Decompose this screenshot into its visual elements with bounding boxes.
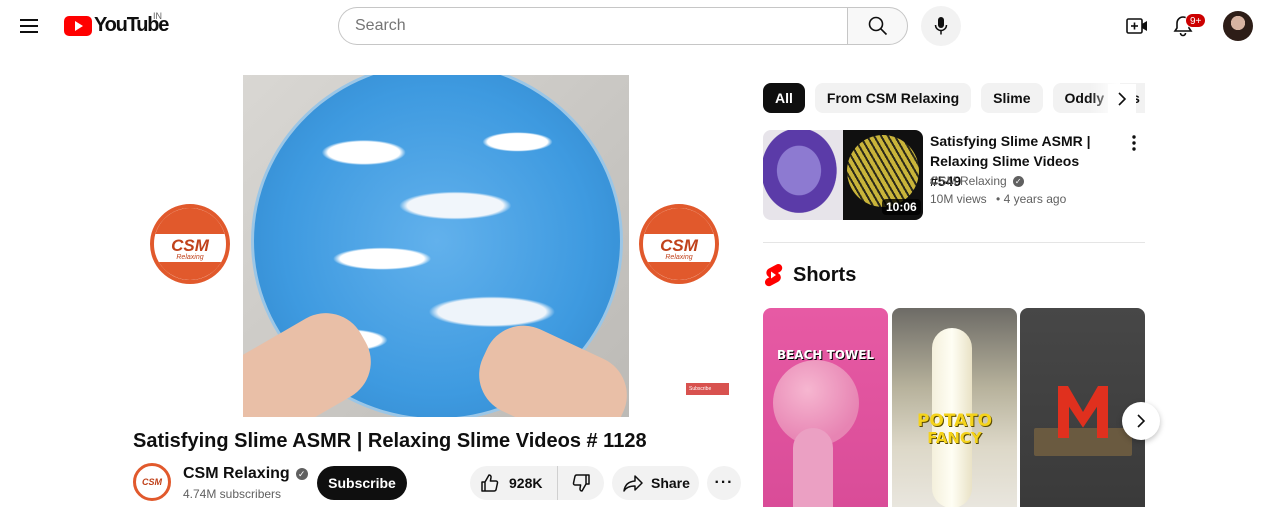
chevron-right-icon — [1137, 414, 1146, 428]
youtube-play-icon — [64, 15, 92, 36]
video-player[interactable]: CSM Relaxing CSM Relaxing Subscribe — [133, 75, 740, 417]
more-horizontal-icon: ··· — [714, 474, 734, 491]
chips-next-button[interactable] — [1108, 84, 1136, 114]
video-title: Satisfying Slime ASMR | Relaxing Slime V… — [133, 430, 647, 452]
share-icon — [623, 475, 643, 492]
badge-subtext: Relaxing — [176, 253, 204, 261]
thumbnail-left-image — [763, 130, 843, 220]
short-card[interactable]: BEACH TOWEL — [763, 308, 888, 507]
ice-cream-drip-image — [793, 428, 833, 507]
badge-bottom-band — [154, 262, 226, 280]
recommended-menu-button[interactable] — [1122, 131, 1146, 155]
badge-text: CSM — [660, 235, 698, 255]
chevron-right-icon — [1118, 92, 1127, 106]
channel-logo-right: CSM Relaxing — [639, 204, 719, 284]
masthead: YouTube IN 9+ — [0, 0, 1280, 52]
search-box — [338, 7, 908, 45]
duration-badge: 10:06 — [882, 199, 921, 215]
badge-top-band — [154, 208, 226, 234]
chip-all[interactable]: All — [763, 83, 805, 113]
subscriber-count: 4.74M subscribers — [183, 487, 282, 501]
video-create-icon — [1126, 18, 1147, 34]
microphone-icon — [934, 17, 948, 35]
voice-search-button[interactable] — [921, 6, 961, 46]
recommended-video[interactable]: Satisfying Slime ASMR | Relaxing Slime V… — [763, 130, 1145, 220]
recommended-meta: 10M views • 4 years ago — [930, 192, 1066, 206]
more-vertical-icon — [1132, 135, 1136, 151]
watermark-label: Subscribe — [689, 386, 712, 392]
dislike-button[interactable] — [558, 466, 604, 500]
shorts-header: Shorts — [763, 263, 856, 287]
subscribe-button[interactable]: Subscribe — [317, 466, 407, 500]
short-card[interactable]: POTATO FANCY — [892, 308, 1017, 507]
recommended-channel-name: CSM Relaxing — [930, 174, 1007, 188]
country-code: IN — [153, 11, 162, 21]
like-count: 928K — [509, 475, 543, 491]
thumbs-down-icon — [572, 474, 590, 492]
short-overlay-line2: FANCY — [927, 429, 982, 447]
search-icon — [868, 16, 887, 36]
short-overlay-text: BEACH TOWEL — [776, 348, 875, 362]
recommended-views: 10M views — [930, 192, 987, 206]
guide-menu-button[interactable] — [12, 8, 48, 44]
search-button[interactable] — [847, 7, 908, 45]
shorts-icon — [764, 264, 783, 287]
section-divider — [763, 242, 1145, 243]
like-button[interactable]: 928K — [470, 466, 558, 500]
account-avatar[interactable] — [1223, 11, 1253, 41]
hamburger-icon — [20, 19, 38, 33]
badge-text: CSM — [171, 235, 209, 255]
share-label: Share — [651, 475, 690, 491]
channel-logo-left: CSM Relaxing — [150, 204, 230, 284]
more-actions-button[interactable]: ··· — [707, 466, 741, 500]
channel-name: CSM Relaxing — [183, 465, 290, 482]
share-button[interactable]: Share — [612, 466, 699, 500]
book-image — [1034, 428, 1132, 456]
filter-chips: All From CSM Relaxing Slime Oddly satis — [763, 83, 1145, 113]
recommended-age: • 4 years ago — [996, 192, 1067, 206]
search-input[interactable] — [338, 7, 847, 45]
badge-top-band — [643, 208, 715, 234]
verified-icon: ✓ — [295, 468, 308, 480]
subscribe-watermark[interactable]: Subscribe — [686, 383, 729, 395]
chip-from-channel[interactable]: From CSM Relaxing — [814, 83, 972, 113]
create-button[interactable] — [1119, 8, 1155, 44]
channel-avatar[interactable]: CSM — [133, 463, 171, 501]
thumbs-up-icon — [481, 474, 499, 492]
like-dislike-group: 928K — [470, 466, 604, 500]
shorts-heading: Shorts — [793, 263, 857, 286]
short-overlay-line1: POTATO — [916, 411, 993, 431]
badge-bottom-band — [643, 262, 715, 280]
channel-name-link[interactable]: CSM Relaxing ✓ — [183, 465, 308, 483]
shorts-next-button[interactable] — [1122, 402, 1160, 440]
notification-count-badge: 9+ — [1185, 13, 1207, 28]
channel-avatar-text: CSM — [142, 477, 162, 487]
video-frame[interactable] — [243, 75, 629, 417]
thumbnail-ball-image — [847, 135, 919, 207]
recommended-channel[interactable]: CSM Relaxing ✓ — [930, 174, 1024, 188]
badge-subtext: Relaxing — [665, 253, 693, 261]
verified-icon: ✓ — [1012, 175, 1024, 187]
chip-slime[interactable]: Slime — [981, 83, 1043, 113]
